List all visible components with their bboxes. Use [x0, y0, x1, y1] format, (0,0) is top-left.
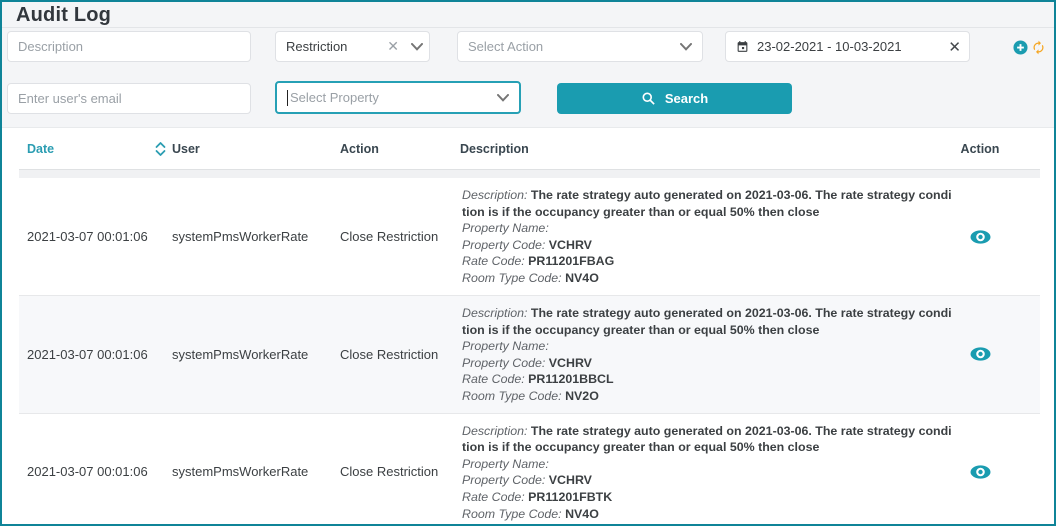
text-caret [287, 90, 288, 106]
chevron-down-icon [411, 43, 423, 51]
audit-log-table: Date User Action Description Action 2021… [2, 129, 1054, 524]
column-header-row-action: Action [961, 142, 1000, 156]
property-filter-select[interactable]: Select Property [275, 81, 521, 114]
add-filter-button[interactable] [1012, 39, 1028, 55]
search-button[interactable]: Search [557, 83, 792, 114]
action-filter-placeholder: Select Action [468, 39, 676, 54]
chevron-down-icon [680, 43, 692, 51]
table-row: 2021-03-07 00:01:06 systemPmsWorkerRate … [19, 178, 1040, 295]
audit-log-page: Audit Log Restriction ✕ Select Action 23… [0, 0, 1056, 526]
table-subheader-band [19, 169, 1040, 178]
eye-icon [970, 347, 991, 361]
row-action: Close Restriction [340, 464, 460, 479]
row-date: 2021-03-07 00:01:06 [27, 464, 172, 479]
column-header-action: Action [340, 142, 460, 156]
refresh-icon [1031, 40, 1046, 55]
row-date: 2021-03-07 00:01:06 [27, 229, 172, 244]
calendar-icon [736, 40, 749, 54]
clear-restriction-icon[interactable]: ✕ [387, 38, 399, 55]
refresh-button[interactable] [1030, 39, 1046, 55]
row-description: Description: The rate strategy auto gene… [460, 178, 952, 295]
column-header-user: User [172, 142, 340, 156]
search-button-label: Search [665, 91, 708, 106]
view-details-button[interactable] [970, 230, 991, 244]
row-description: Description: The rate strategy auto gene… [460, 296, 952, 413]
page-title: Audit Log [16, 4, 111, 27]
restriction-filter-select[interactable]: Restriction ✕ [275, 31, 430, 62]
table-row: 2021-03-07 00:01:06 systemPmsWorkerRate … [19, 295, 1040, 413]
row-user: systemPmsWorkerRate [172, 464, 340, 479]
action-filter-select[interactable]: Select Action [457, 31, 703, 62]
row-description: Description: The rate strategy auto gene… [460, 414, 952, 526]
plus-circle-icon [1013, 40, 1028, 55]
row-action: Close Restriction [340, 229, 460, 244]
view-details-button[interactable] [970, 347, 991, 361]
email-filter-input[interactable] [7, 83, 251, 114]
search-icon [641, 91, 656, 106]
date-range-value: 23-02-2021 - 10-03-2021 [757, 39, 940, 54]
column-header-description: Description [460, 142, 952, 156]
description-filter-input[interactable] [7, 31, 251, 62]
filter-panel: Audit Log Restriction ✕ Select Action 23… [2, 2, 1054, 128]
row-action: Close Restriction [340, 347, 460, 362]
chevron-down-icon [497, 94, 509, 102]
table-header-row: Date User Action Description Action [19, 129, 1040, 169]
eye-icon [970, 230, 991, 244]
date-range-filter[interactable]: 23-02-2021 - 10-03-2021 ✕ [725, 31, 970, 62]
title-divider [2, 27, 1054, 28]
restriction-filter-value: Restriction [286, 39, 379, 54]
row-date: 2021-03-07 00:01:06 [27, 347, 172, 362]
clear-date-icon[interactable]: ✕ [948, 38, 961, 56]
view-details-button[interactable] [970, 465, 991, 479]
row-user: systemPmsWorkerRate [172, 347, 340, 362]
row-user: systemPmsWorkerRate [172, 229, 340, 244]
property-filter-placeholder: Select Property [290, 90, 493, 105]
sort-icon[interactable] [155, 141, 166, 157]
column-header-date[interactable]: Date [27, 141, 172, 157]
table-row: 2021-03-07 00:01:06 systemPmsWorkerRate … [19, 413, 1040, 526]
eye-icon [970, 465, 991, 479]
